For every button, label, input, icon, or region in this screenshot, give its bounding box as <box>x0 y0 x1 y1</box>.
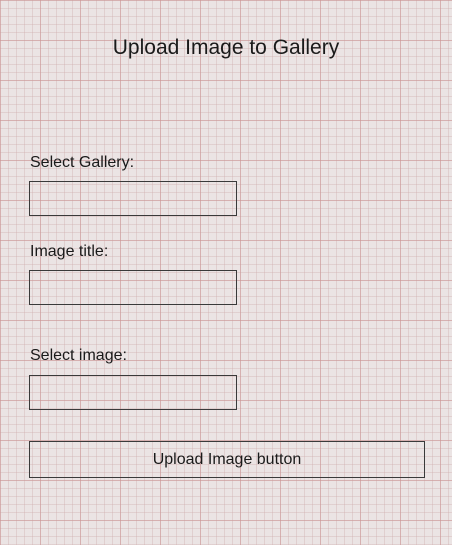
upload-image-button-label: Upload Image button <box>152 450 302 468</box>
image-title-label: Image title: <box>30 243 109 260</box>
select-image-label: Select image: <box>30 347 127 364</box>
select-gallery-label: Select Gallery: <box>30 154 135 171</box>
image-title-field[interactable] <box>29 270 237 305</box>
select-gallery-field[interactable] <box>29 181 237 216</box>
upload-image-button[interactable]: Upload Image button <box>29 441 425 478</box>
page-title: Upload Image to Gallery <box>112 36 340 59</box>
select-image-field[interactable] <box>29 375 237 410</box>
